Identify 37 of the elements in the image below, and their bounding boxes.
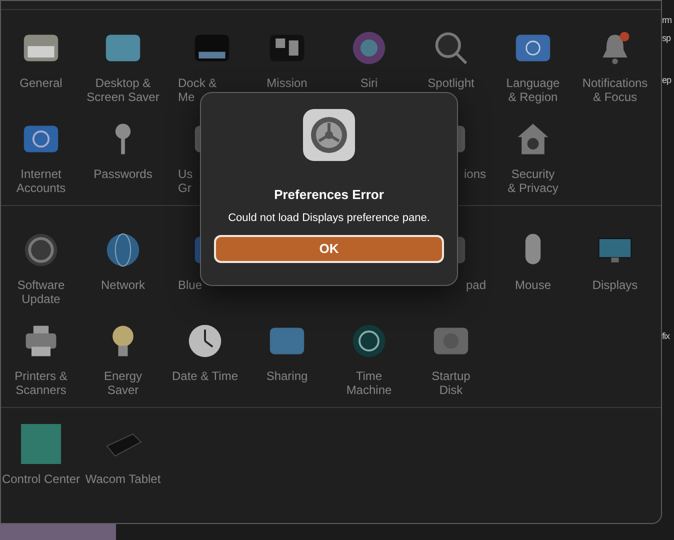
- pane-label[interactable]: Time Machine: [346, 369, 392, 397]
- pane-label[interactable]: Wacom Tablet: [85, 472, 161, 486]
- pane-label[interactable]: Printers & Scanners: [14, 369, 68, 397]
- ok-button[interactable]: OK: [214, 235, 444, 263]
- text-fragment: fix: [662, 330, 670, 342]
- pane-label[interactable]: Energy Saver: [104, 369, 142, 397]
- dialog-title: Preferences Error: [274, 187, 384, 203]
- pane-label[interactable]: Spotlight: [428, 76, 474, 90]
- pane-label[interactable]: Mission: [266, 76, 308, 90]
- dialog-message: Could not load Displays preference pane.: [228, 211, 430, 225]
- pane-label[interactable]: Startup Disk: [432, 369, 470, 397]
- pane-label[interactable]: Notifications & Focus: [582, 76, 648, 104]
- pane-label[interactable]: Desktop & Screen Saver: [86, 76, 160, 104]
- pane-label[interactable]: ions: [464, 167, 486, 181]
- pane-label[interactable]: Us Gr: [178, 167, 193, 195]
- pane-label[interactable]: Security & Privacy: [508, 167, 558, 195]
- text-fragment: ep: [662, 74, 672, 86]
- pane-label[interactable]: pad: [466, 278, 486, 292]
- pane-label[interactable]: Siri: [360, 76, 378, 90]
- pane-label[interactable]: Passwords: [94, 167, 152, 181]
- clock-icon[interactable]: [186, 322, 224, 360]
- pane-label[interactable]: Software Update: [17, 278, 65, 306]
- pane-label[interactable]: Blue: [178, 278, 202, 292]
- pane-label[interactable]: Network: [100, 278, 145, 292]
- globe-icon[interactable]: [104, 231, 142, 269]
- pane-label[interactable]: General: [20, 76, 62, 90]
- pane-label[interactable]: Sharing: [266, 369, 308, 383]
- pane-label[interactable]: Dock & Me: [178, 76, 217, 104]
- text-fragment: rm: [662, 14, 672, 26]
- pane-label[interactable]: Language & Region: [506, 76, 560, 104]
- text-fragment: sp: [662, 32, 671, 44]
- pane-label[interactable]: Internet Accounts: [16, 167, 66, 195]
- orb-icon[interactable]: [350, 29, 388, 67]
- pane-label[interactable]: Mouse: [514, 278, 552, 292]
- pane-label[interactable]: Displays: [592, 278, 638, 292]
- pane-label[interactable]: Date & Time: [172, 369, 238, 383]
- pane-label[interactable]: Control Center: [2, 472, 80, 486]
